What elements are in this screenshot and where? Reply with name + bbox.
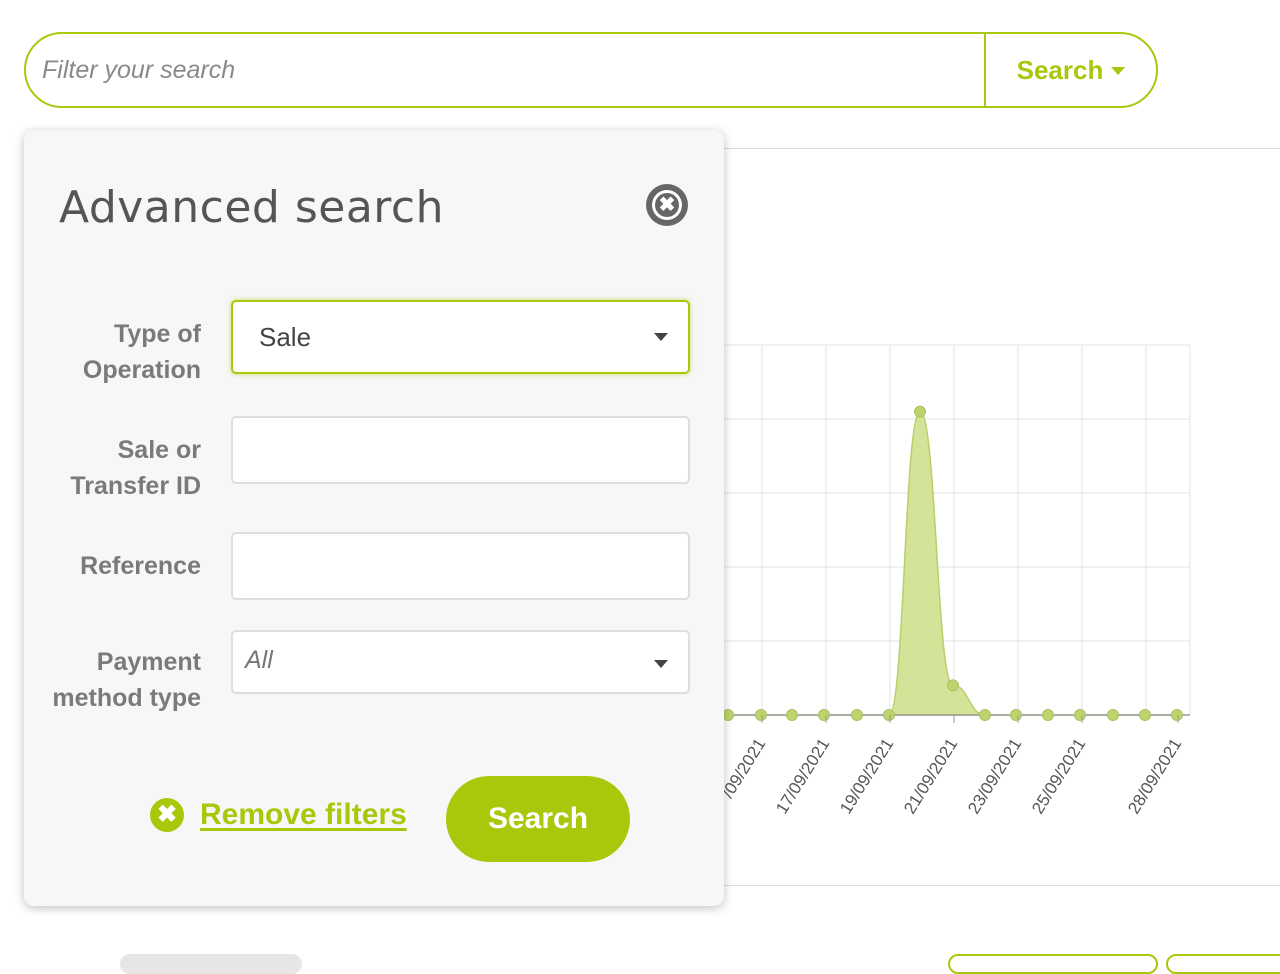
chevron-down-icon	[654, 333, 668, 341]
transactions-chart: /09/2021 17/09/2021 19/09/2021 21/09/2021 23…	[700, 344, 1191, 817]
reference-input[interactable]	[231, 532, 690, 600]
operation-type-value: Sale	[259, 321, 312, 352]
data-point	[786, 709, 798, 721]
data-point	[1107, 709, 1119, 721]
operation-type-label: Type of Operation	[82, 320, 201, 384]
data-point	[851, 709, 863, 721]
bottom-action-button-1[interactable]	[948, 954, 1158, 974]
data-point	[883, 709, 895, 721]
payment-type-select[interactable]: All	[231, 630, 690, 694]
search-dropdown-label: Search	[1016, 54, 1104, 85]
operation-type-select[interactable]: Sale	[231, 300, 690, 374]
remove-filters-link[interactable]: ✖ Remove filters	[150, 798, 407, 832]
remove-icon: ✖	[150, 798, 184, 832]
payment-type-label: Payment method type	[52, 648, 201, 712]
x-tick-label: 28/09/2021	[1124, 735, 1185, 817]
panel-title: Advanced search	[59, 182, 444, 233]
data-point	[979, 709, 991, 721]
close-icon: ✖	[652, 190, 682, 220]
sale-id-input[interactable]	[231, 416, 690, 484]
search-bar: Search	[24, 32, 1158, 108]
filter-search-input[interactable]	[26, 34, 984, 106]
x-tick-label: 19/09/2021	[836, 735, 897, 817]
chevron-down-icon	[654, 660, 668, 668]
close-button[interactable]: ✖	[646, 184, 688, 226]
data-point	[914, 405, 926, 418]
advanced-search-panel: Advanced search ✖ Type of Operation Sale…	[24, 130, 724, 906]
data-point	[1171, 709, 1183, 721]
data-point	[1010, 709, 1022, 721]
reference-label: Reference	[80, 552, 201, 580]
data-point	[947, 679, 959, 692]
series-area	[727, 410, 1177, 716]
bottom-action-button-2[interactable]	[1166, 954, 1280, 974]
payment-type-value: All	[245, 646, 273, 674]
caret-down-icon	[1111, 67, 1126, 75]
sale-id-label: Sale or Transfer ID	[70, 436, 201, 500]
data-point	[1139, 709, 1151, 721]
data-point	[1074, 709, 1086, 721]
x-tick-label: 21/09/2021	[900, 735, 961, 817]
data-point	[755, 709, 767, 721]
remove-filters-label: Remove filters	[200, 798, 407, 831]
search-dropdown-button[interactable]: Search	[984, 34, 1156, 106]
data-point	[818, 709, 830, 721]
x-tick-label: 23/09/2021	[964, 735, 1025, 817]
data-point	[1042, 709, 1054, 721]
x-tick-label: 25/09/2021	[1028, 735, 1089, 817]
bottom-tab-button[interactable]	[120, 954, 302, 974]
chart-card: /09/2021 17/09/2021 19/09/2021 21/09/2021 23…	[700, 148, 1280, 886]
data-point	[722, 709, 734, 721]
x-tick-label: /09/2021	[718, 735, 769, 801]
search-button[interactable]: Search	[446, 776, 630, 862]
x-tick-label: 17/09/2021	[772, 735, 833, 817]
